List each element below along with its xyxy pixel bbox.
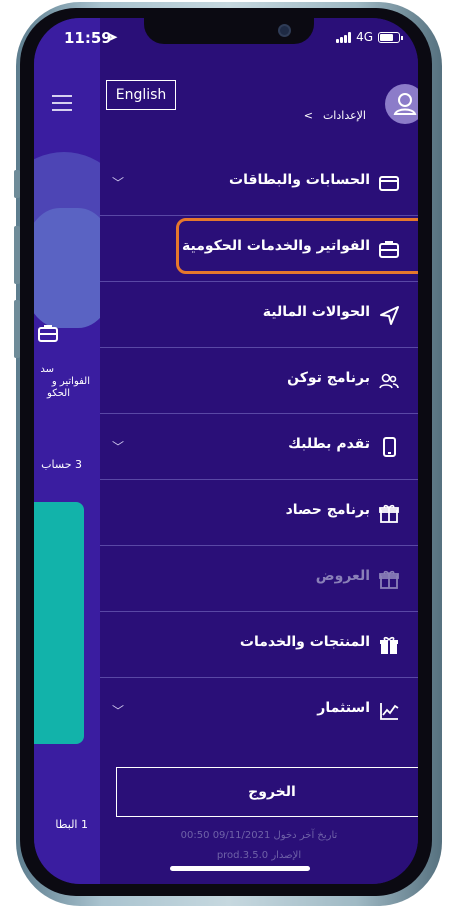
menu-item-label: الحوالات المالية [262,304,370,320]
menu-item-apply[interactable]: ﹀ تقدم بطلبك [100,414,418,480]
version-label: الإصدار [271,850,302,861]
menu-item-hasad[interactable]: برنامج حصاد [100,480,418,546]
location-icon: ➤ [108,30,119,44]
chevron-down-icon: ﹀ [112,440,125,454]
menu-item-products[interactable]: المنتجات والخدمات [100,612,418,678]
gift-icon [378,568,400,590]
hamburger-icon[interactable] [52,90,72,116]
home-indicator[interactable] [170,866,310,871]
last-login-value: 09/11/2021 00:50 [180,830,271,841]
send-icon [378,304,400,326]
status-time: 11:59 [64,29,112,47]
cards-count: 1 البطا [55,818,88,831]
menu-item-label: برنامج حصاد [285,502,370,518]
gift-icon [378,634,400,656]
breadcrumb-separator: > [303,109,313,122]
status-right: 4G [336,30,403,44]
menu-item-label: تقدم بطلبك [288,436,370,452]
chevron-down-icon: ﹀ [112,176,125,190]
bg-text-3: الحكو [47,388,70,399]
bg-text-2: الفواتير و [51,376,90,387]
menu-item-label: المنتجات والخدمات [239,634,370,650]
menu-item-accounts[interactable]: ﹀ الحسابات والبطاقات [100,150,418,216]
user-icon [393,93,417,115]
last-login: تاريخ آخر دخول 09/11/2021 00:50 [100,830,418,841]
menu-item-token[interactable]: برنامج توكن [100,348,418,414]
gift-icon [378,502,400,524]
breadcrumb-title: الإعدادات [322,109,366,122]
logout-button[interactable]: الخروج [116,767,418,817]
language-button[interactable]: English [106,80,176,110]
accounts-count: 3 حساب [41,458,82,471]
menu-item-label: الحسابات والبطاقات [229,172,370,188]
breadcrumb[interactable]: الإعدادات > [304,109,366,122]
users-icon [378,370,400,392]
menu-item-label: استثمار [317,700,370,716]
card-icon [378,172,400,194]
chevron-down-icon: ﹀ [112,704,125,718]
highlight-box [176,218,418,274]
menu-item-transfers[interactable]: الحوالات المالية [100,282,418,348]
bg-text-1: سد [40,364,54,375]
version-value: prod.3.5.0 [216,850,269,861]
menu-item-label: العروض [315,568,370,584]
menu-item-offers[interactable]: العروض [100,546,418,612]
app-version: الإصدار prod.3.5.0 [100,850,418,861]
network-label: 4G [356,30,373,44]
profile-avatar[interactable] [385,84,418,124]
teal-card[interactable] [34,502,84,744]
side-menu: English الإعدادات > ﹀ الحسابات والبطاقات… [100,18,418,884]
menu-item-label: برنامج توكن [287,370,370,386]
briefcase-icon [38,324,58,342]
phone-icon [378,436,400,458]
camera-icon [278,24,291,37]
chart-icon [378,700,400,722]
last-login-label: تاريخ آخر دخول [273,830,338,841]
background-page: سد الفواتير و الحكو 3 حساب 1 البطا [34,18,134,884]
signal-icon [336,31,352,43]
phone-screen: 11:59 ➤ 4G سد الفواتير و الحكو 3 حساب 1 … [34,18,418,884]
menu-item-invest[interactable]: ﹀ استثمار [100,678,418,744]
battery-icon [378,31,403,43]
